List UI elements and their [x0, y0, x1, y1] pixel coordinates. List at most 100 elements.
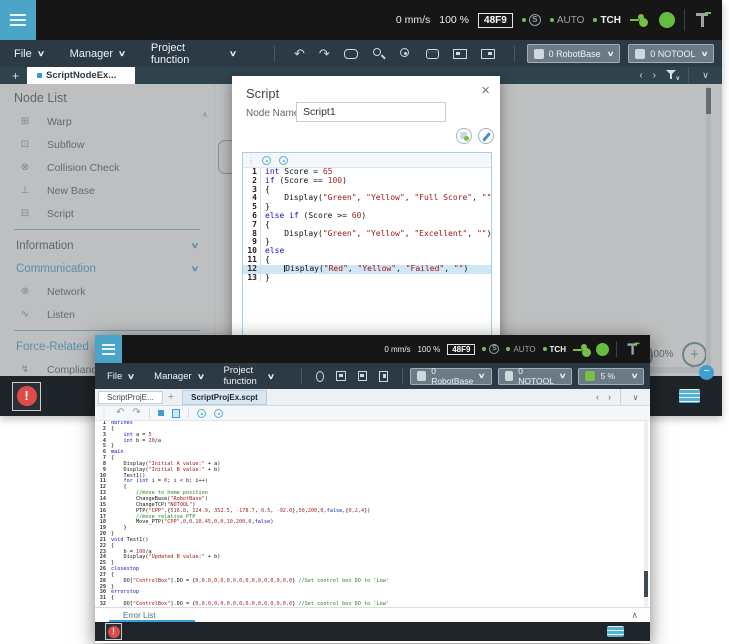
hamburger-menu-button[interactable] [95, 335, 122, 363]
save-icon[interactable] [379, 371, 387, 382]
editor-toolbar: ⋮ ↶ ↷ [95, 406, 650, 421]
error-list-bar: Error List ∧ [95, 607, 650, 622]
editor-macro-icon-2[interactable] [214, 409, 223, 418]
collapse-handle-icon[interactable]: − [699, 365, 714, 380]
tab-scriptproj[interactable]: ScriptProjE... [98, 391, 163, 404]
manager-menu[interactable]: Manager∨ [70, 48, 125, 60]
insert-snippet-button[interactable] [456, 128, 472, 144]
screen-full-icon[interactable] [481, 49, 495, 59]
safety-status-dot [522, 18, 526, 22]
robot-code-badge[interactable]: 48F9 [478, 13, 513, 28]
robot-code-badge[interactable]: 48F9 [447, 344, 475, 355]
filter-icon[interactable]: ∨ [666, 70, 678, 81]
file-menu[interactable]: File∨ [107, 371, 134, 382]
redo-icon[interactable]: ↷ [319, 47, 330, 60]
auto-status-dot [550, 18, 554, 22]
tab-scroll-right-icon[interactable]: › [608, 392, 611, 402]
divider [301, 368, 302, 384]
tool-icon [505, 371, 514, 381]
search-icon[interactable] [372, 47, 385, 60]
base-icon [417, 371, 426, 381]
drag-handle-icon[interactable]: ⋮ [100, 409, 108, 418]
tool-gripper-icon[interactable] [626, 342, 640, 356]
divider [684, 9, 685, 31]
divider [188, 408, 189, 418]
speed-readout: 0 mm/s [396, 14, 430, 26]
top-status-bar: 0 mm/s 100 % 48F9 S AUTO TCH [95, 335, 650, 363]
editor-macro-icon-1[interactable] [197, 409, 206, 418]
editor-toolbar: ⋮ [243, 153, 491, 168]
robot-base-dropdown[interactable]: 0 RobotBase∨ [410, 368, 491, 385]
tool-dropdown[interactable]: 0 NOTOOL∨ [628, 44, 714, 63]
tab-scriptprojex-active[interactable]: ScriptProjEx.scpt [182, 390, 267, 405]
alarm-warning-button[interactable]: ! [12, 382, 41, 411]
add-tab-button[interactable]: + [12, 70, 19, 82]
speed-readout: 0 mm/s [384, 345, 410, 354]
tool-gripper-icon[interactable] [694, 11, 712, 29]
tch-status-dot [593, 18, 597, 22]
comment-icon[interactable]: ··· [426, 49, 440, 59]
keyboard-icon[interactable] [607, 626, 624, 637]
document-tab-bar: ScriptProjE... + ScriptProjEx.scpt ‹ › ∨ [95, 389, 650, 406]
shape-tool-icon[interactable] [344, 49, 359, 59]
panel-collapse-icon[interactable]: ∨ [620, 389, 650, 405]
editor-macro-icon-2[interactable] [279, 156, 288, 165]
expand-panel-icon[interactable]: ∧ [631, 610, 638, 621]
node-name-input[interactable] [296, 102, 446, 122]
drag-handle-icon[interactable]: ⋮ [247, 156, 254, 165]
speed-percent-readout: 100 % [418, 345, 441, 354]
hamburger-menu-button[interactable] [0, 0, 36, 40]
tab-scriptnodeex[interactable]: ScriptNodeEx... [27, 67, 135, 84]
project-function-menu[interactable]: Project function∨ [151, 42, 236, 66]
auto-mode-indicator: AUTO [550, 15, 585, 26]
manager-menu[interactable]: Manager∨ [154, 371, 203, 382]
warning-icon: ! [108, 626, 120, 638]
robot-base-dropdown[interactable]: 0 RobotBase∨ [527, 44, 621, 63]
speed-dropdown[interactable]: 5 %∨ [578, 368, 644, 385]
robot-status-cluster: 0 mm/s 100 % 48F9 S AUTO TCH [384, 340, 650, 358]
stop-icon[interactable] [158, 410, 164, 416]
robot-status-cluster: 0 mm/s 100 % 48F9 S AUTO TCH [396, 9, 722, 31]
editor-macro-icon-1[interactable] [262, 156, 271, 165]
dialog-code-lines[interactable]: 1int Score = 652if (Score == 100)3{4 Dis… [243, 168, 491, 282]
keyboard-icon[interactable] [679, 389, 700, 403]
track-icon[interactable] [316, 371, 324, 382]
copy-paste-icon[interactable] [172, 409, 180, 418]
speed-percent-readout: 100 % [439, 14, 469, 26]
vertical-scrollbar-thumb[interactable] [644, 571, 648, 597]
panel-collapse-icon[interactable]: ∨ [688, 67, 722, 84]
divider [402, 368, 403, 384]
servo-on-indicator[interactable] [659, 12, 675, 28]
safety-s-icon: S [489, 344, 499, 354]
error-list-tab[interactable]: Error List [123, 611, 155, 620]
tch-mode-indicator: TCH [543, 345, 566, 354]
menu-bar: File∨ Manager∨ Project function∨ 0 Robot… [95, 363, 650, 389]
modified-dot [37, 73, 42, 78]
tab-scroll-right-icon[interactable]: › [653, 70, 656, 81]
tab-scroll-left-icon[interactable]: ‹ [596, 392, 599, 402]
screen-split-icon[interactable] [336, 371, 346, 381]
menu-bar: File∨ Manager∨ Project function∨ ↶ ↷ ···… [0, 40, 722, 67]
screen-full-icon[interactable] [358, 371, 368, 381]
tab-scroll-left-icon[interactable]: ‹ [639, 70, 642, 81]
tcp-point-icon[interactable] [399, 47, 412, 60]
tool-dropdown[interactable]: 0 NOTOOL∨ [498, 368, 573, 385]
edit-pencil-button[interactable] [478, 128, 494, 144]
project-code-editor[interactable]: 1defines2{3 int a = 54 int b = 20/a5}6ma… [95, 421, 650, 607]
node-name-label: Node Name [246, 108, 299, 119]
project-function-menu[interactable]: Project function∨ [224, 365, 274, 387]
screen-split-icon[interactable] [453, 49, 467, 59]
auto-mode-indicator: AUTO [506, 345, 535, 354]
add-tab-button[interactable]: + [168, 391, 174, 403]
servo-on-indicator[interactable] [596, 343, 609, 356]
warning-icon: ! [17, 386, 37, 406]
base-icon [534, 49, 544, 59]
alarm-warning-button[interactable]: ! [105, 623, 122, 640]
safety-indicator: S [482, 344, 499, 354]
undo-icon[interactable]: ↶ [116, 408, 124, 418]
redo-icon[interactable]: ↷ [132, 408, 140, 418]
close-icon[interactable]: × [481, 82, 490, 99]
file-menu[interactable]: File∨ [14, 48, 44, 60]
script-project-window: 0 mm/s 100 % 48F9 S AUTO TCH File∨ Manag… [95, 335, 650, 643]
undo-icon[interactable]: ↶ [294, 47, 305, 60]
